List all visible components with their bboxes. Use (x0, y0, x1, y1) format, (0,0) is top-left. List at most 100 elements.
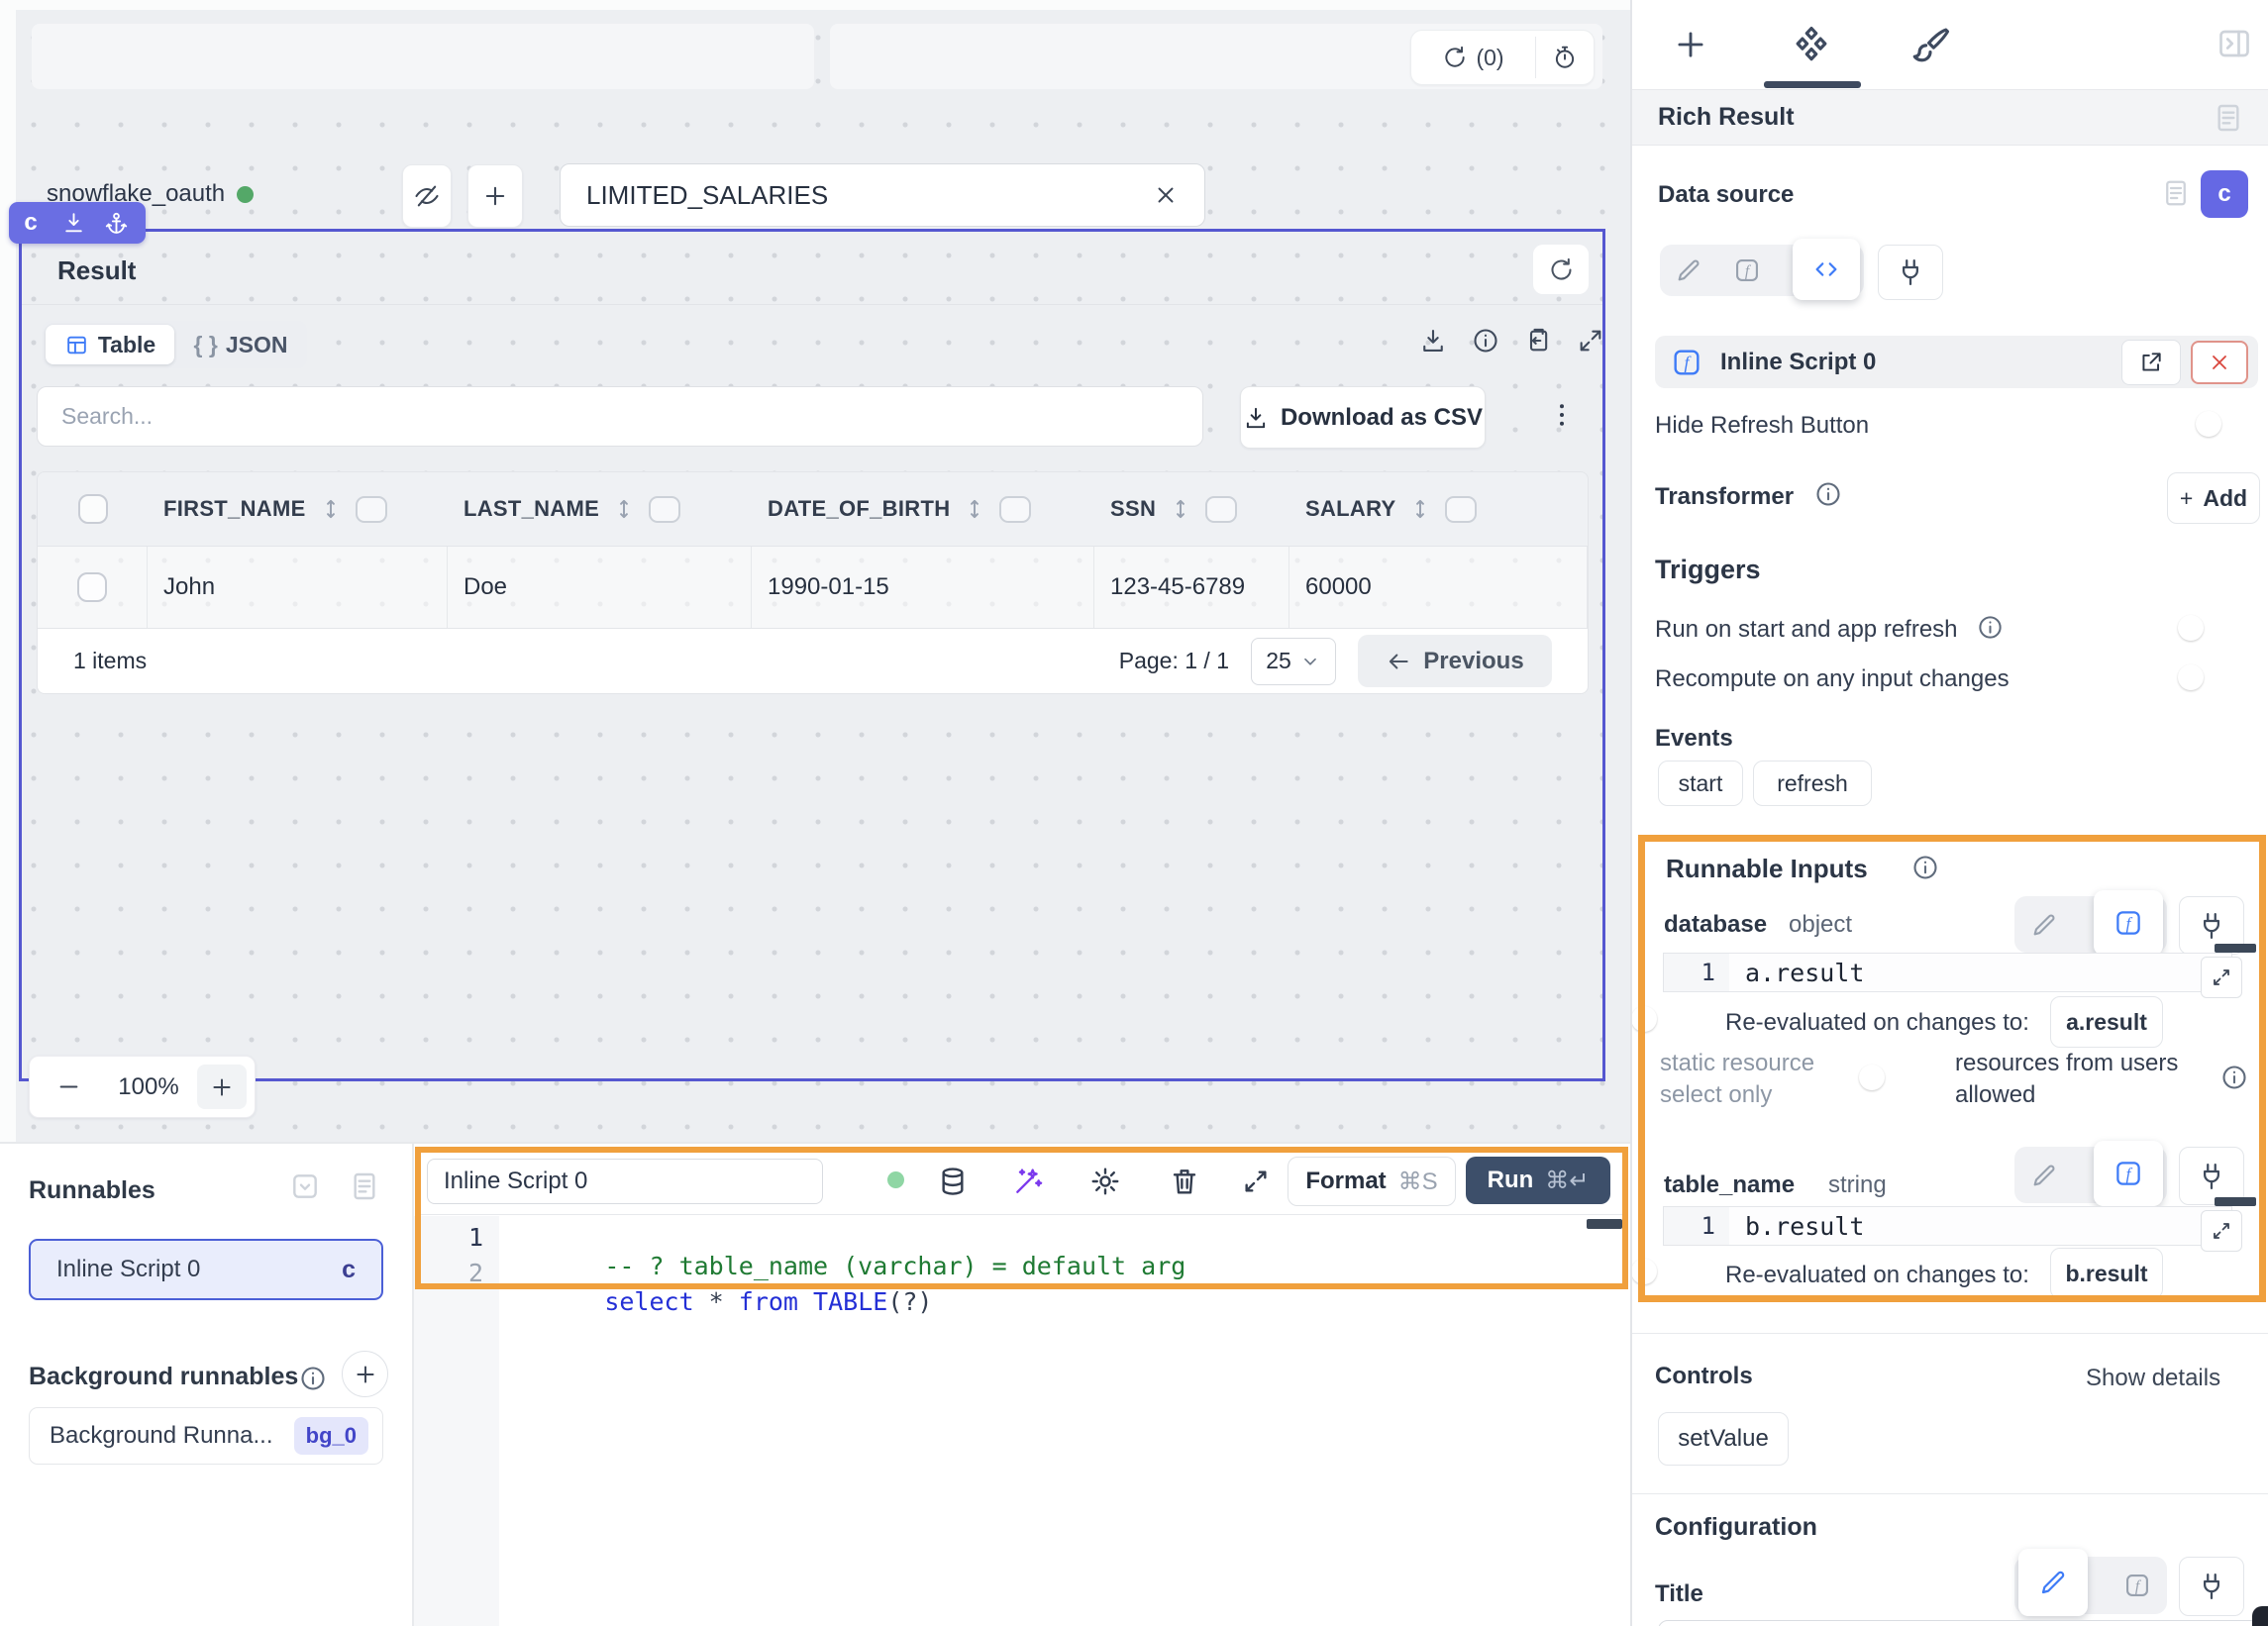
sort-icon[interactable] (318, 496, 344, 522)
column-handle[interactable] (1445, 496, 1477, 523)
select-all-checkbox[interactable] (78, 494, 108, 524)
connect-plug-button[interactable] (1878, 245, 1943, 300)
info-icon[interactable] (1472, 327, 1499, 355)
column-header-salary[interactable]: SALARY (1289, 472, 1588, 546)
dependency-pill[interactable]: a.result (2050, 996, 2163, 1048)
event-tag-refresh[interactable]: refresh (1753, 761, 1872, 806)
move-down-icon[interactable] (61, 211, 86, 236)
format-button[interactable]: Format ⌘S (1288, 1157, 1456, 1206)
expand-editor-icon[interactable] (1240, 1166, 1272, 1197)
download-icon[interactable] (1419, 327, 1447, 355)
floating-corner-widget[interactable] (2252, 1606, 2268, 1626)
function-icon[interactable] (1733, 256, 1761, 284)
column-handle[interactable] (649, 496, 680, 523)
fullscreen-icon[interactable] (1577, 327, 1604, 355)
ai-wand-icon[interactable] (1012, 1166, 1044, 1197)
download-csv-button[interactable]: Download as CSV (1240, 386, 1486, 449)
function-mode-button-active[interactable] (2094, 1141, 2163, 1206)
copy-to-clipboard-icon[interactable] (1524, 327, 1552, 355)
row-checkbox[interactable] (77, 572, 107, 602)
function-icon[interactable] (2123, 1572, 2151, 1599)
info-icon[interactable] (1977, 614, 2004, 641)
show-details-link[interactable]: Show details (2086, 1365, 2220, 1392)
doc-icon[interactable] (2161, 178, 2191, 208)
title-value-input[interactable] (1658, 1620, 2260, 1626)
remove-datasource-button[interactable] (2191, 341, 2248, 384)
info-icon[interactable] (299, 1365, 327, 1392)
clear-icon[interactable] (1153, 182, 1179, 208)
function-mode-button-active[interactable] (2094, 890, 2163, 956)
script-name-input[interactable]: Inline Script 0 (427, 1159, 823, 1204)
add-background-runnable-button[interactable] (342, 1351, 388, 1397)
sort-icon[interactable] (1168, 496, 1193, 522)
info-icon[interactable] (1814, 480, 1842, 508)
info-icon[interactable] (2220, 1064, 2248, 1091)
column-header-first-name[interactable]: FIRST_NAME (148, 472, 448, 546)
database-icon[interactable] (937, 1166, 969, 1197)
table-row[interactable]: John Doe 1990-01-15 123-45-6789 60000 (37, 547, 1589, 629)
table-name-input[interactable]: LIMITED_SALARIES (560, 163, 1205, 227)
sort-icon[interactable] (611, 496, 637, 522)
dependency-pill[interactable]: b.result (2050, 1248, 2163, 1299)
expand-editor-button[interactable] (2201, 957, 2242, 998)
table-name-value-editor[interactable]: 1 b.result (1663, 1206, 2232, 1246)
anchor-icon[interactable] (104, 211, 129, 236)
sql-query-line[interactable]: select * from TABLE(?) (515, 1259, 932, 1345)
datasource-item-row[interactable]: Inline Script 0 (1655, 336, 2258, 388)
open-script-button[interactable] (2121, 340, 2181, 385)
component-id-badge[interactable]: c (2201, 170, 2248, 218)
zoom-out-icon[interactable] (55, 1073, 82, 1100)
insert-tab-plus-icon[interactable] (1672, 26, 1709, 63)
mini-scrollbar-thumb[interactable] (2215, 1197, 2256, 1206)
run-button[interactable]: Run ⌘↵ (1466, 1157, 1610, 1204)
column-header-date-of-birth[interactable]: DATE_OF_BIRTH (752, 472, 1094, 546)
connect-plug-button[interactable] (2179, 1557, 2244, 1616)
background-runnable-item[interactable]: Background Runna... bg_0 (29, 1407, 383, 1465)
static-mode-button-active[interactable] (2018, 1549, 2088, 1616)
result-refresh-button[interactable] (1533, 245, 1589, 294)
runnable-item-inline-script-0[interactable]: Inline Script 0 c (29, 1239, 383, 1300)
runnable-badge: c (342, 1256, 356, 1284)
component-placeholder[interactable] (32, 24, 814, 89)
collapse-panel-icon[interactable] (2216, 26, 2252, 61)
zoom-in-button[interactable] (197, 1065, 247, 1109)
column-handle[interactable] (356, 496, 387, 523)
expand-editor-button[interactable] (2201, 1210, 2242, 1252)
sort-icon[interactable] (1407, 496, 1433, 522)
info-icon[interactable] (1911, 854, 1939, 881)
styles-brush-tab-icon[interactable] (1909, 24, 1951, 65)
database-value-editor[interactable]: 1 a.result (1663, 953, 2232, 992)
column-handle[interactable] (1205, 496, 1237, 523)
column-header-last-name[interactable]: LAST_NAME (448, 472, 752, 546)
view-table-tab[interactable]: Table (46, 325, 174, 364)
hide-preview-button[interactable] (402, 164, 452, 228)
static-pencil-icon[interactable] (2030, 911, 2058, 939)
static-pencil-icon[interactable] (1675, 256, 1702, 284)
settings-gear-icon[interactable] (1089, 1166, 1121, 1197)
sort-icon[interactable] (962, 496, 987, 522)
canvas[interactable]: (0) snowflake_oauth LIMITED_SALARIES c (0, 0, 1630, 1142)
mini-scrollbar-thumb[interactable] (2215, 944, 2256, 953)
add-transformer-button[interactable]: + Add (2167, 472, 2260, 524)
previous-page-button[interactable]: Previous (1358, 635, 1552, 687)
doc-icon[interactable] (2213, 102, 2244, 134)
more-options-icon[interactable] (1547, 398, 1577, 432)
column-header-ssn[interactable]: SSN (1094, 472, 1289, 546)
add-button[interactable] (467, 164, 523, 228)
search-input[interactable]: Search... (37, 386, 1203, 447)
collapse-all-icon[interactable] (289, 1170, 321, 1202)
view-json-tab[interactable]: { } JSON (174, 332, 307, 358)
code-mode-button-active[interactable] (1793, 239, 1860, 300)
column-handle[interactable] (999, 496, 1031, 523)
page-size-select[interactable]: 25 (1251, 638, 1336, 685)
components-tab-icon[interactable] (1791, 24, 1832, 65)
editor-scrollbar-thumb[interactable] (1587, 1219, 1622, 1229)
control-method-setvalue[interactable]: setValue (1658, 1412, 1789, 1466)
static-pencil-icon[interactable] (2030, 1162, 2058, 1189)
delete-trash-icon[interactable] (1169, 1166, 1200, 1197)
docs-icon[interactable] (349, 1170, 380, 1202)
refresh-all-button[interactable]: (0) (1411, 31, 1535, 84)
event-tag-start[interactable]: start (1658, 761, 1743, 806)
history-button[interactable] (1536, 31, 1594, 84)
rich-result-component[interactable]: Result Table { } JSON (19, 229, 1605, 1081)
